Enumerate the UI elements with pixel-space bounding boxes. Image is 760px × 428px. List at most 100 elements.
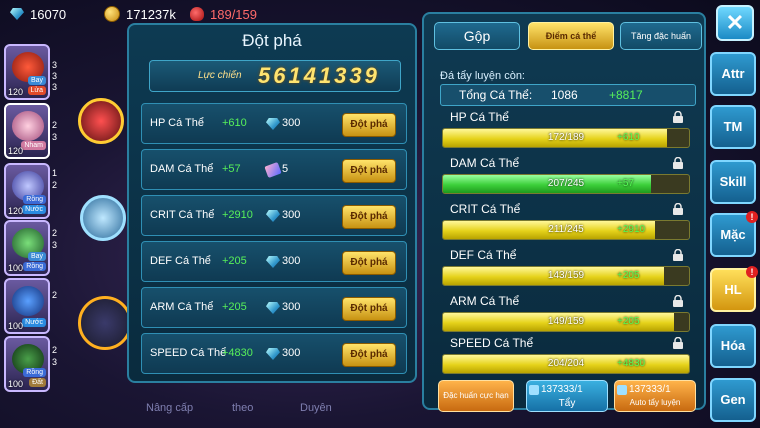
- panel-title: Đột phá: [242, 31, 302, 50]
- stat-bonus: +610: [222, 117, 247, 129]
- tab-merge[interactable]: Gộp: [434, 22, 520, 50]
- train-row: DEF Cá Thể 143/159 +205: [440, 248, 694, 288]
- train-bar-value: 204/204: [547, 358, 585, 369]
- gem-icon: [266, 210, 280, 222]
- breakthrough-row: ARM Cá Thể +205 300 Đột phá: [141, 287, 407, 328]
- train-stat-name: DEF Cá Thể: [450, 248, 517, 262]
- slot-number: 3: [52, 240, 58, 250]
- gem-icon: [266, 256, 280, 268]
- pokemon-portrait: [12, 111, 44, 141]
- bg-menu-label: theo: [232, 402, 254, 414]
- auto-wash-button[interactable]: 137333/1 Auto tẩy luyện: [614, 380, 696, 412]
- train-bar: 172/189 +610: [442, 128, 690, 148]
- type-tag: Rồng: [23, 262, 46, 271]
- wash-button[interactable]: 137333/1 Tẩy: [526, 380, 608, 412]
- train-bar-value: 143/159: [547, 270, 585, 281]
- gem-icon: [266, 302, 280, 314]
- pokemon-level: 100: [8, 321, 24, 331]
- menu-label: Gen: [720, 392, 746, 407]
- train-bar-value: 149/159: [547, 316, 585, 327]
- stat-cost: 5: [282, 163, 289, 175]
- slot-number: 3: [52, 132, 58, 142]
- train-bar: 143/159 +205: [442, 266, 690, 286]
- stat-name: HP Cá Thể: [150, 117, 205, 129]
- train-stat-name: HP Cá Thể: [450, 110, 509, 124]
- menu-evolve-button[interactable]: Hóa: [710, 324, 756, 368]
- breakthrough-button[interactable]: Đột phá: [342, 251, 396, 275]
- stone-icon: [617, 385, 627, 395]
- breakthrough-button[interactable]: Đột phá: [342, 205, 396, 229]
- menu-gen-button[interactable]: Gen: [710, 378, 756, 422]
- breakthrough-button[interactable]: Đột phá: [342, 159, 396, 183]
- type-tag: Nham: [21, 141, 46, 150]
- breakthrough-panel: Đột phá Lực chiến 56141339 HP Cá Thể +61…: [127, 23, 417, 383]
- breakthrough-button[interactable]: Đột phá: [342, 113, 396, 137]
- slot-number: 3: [52, 60, 58, 70]
- slot-number: 2: [52, 228, 58, 238]
- menu-tm-button[interactable]: TM: [710, 105, 756, 149]
- lock-icon[interactable]: [672, 202, 684, 215]
- stat-cost: 300: [282, 255, 301, 267]
- stat-name: ARM Cá Thể: [150, 301, 214, 313]
- stat-name: DAM Cá Thể: [150, 163, 214, 175]
- pokemon-level: 100: [8, 379, 24, 389]
- train-row: DAM Cá Thể 207/245 +57: [440, 156, 694, 196]
- train-row: HP Cá Thể 172/189 +610: [440, 110, 694, 150]
- train-row: SPEED Cá Thể 204/204 +4830: [440, 336, 694, 376]
- type-tag: Lửa: [27, 86, 46, 95]
- type-tag: Bay: [27, 76, 46, 85]
- bg-menu-label: Duyên: [300, 402, 332, 414]
- menu-wear-button[interactable]: Mặc!: [710, 211, 758, 257]
- skill-wheel-icon[interactable]: [78, 296, 132, 350]
- bag-icon[interactable]: [80, 195, 126, 241]
- pokemon-slot[interactable]: Nước 100: [4, 278, 50, 334]
- breakthrough-button[interactable]: Đột phá: [342, 343, 396, 367]
- pokemon-slot[interactable]: Bay Lửa 120: [4, 44, 50, 100]
- train-bar-bonus: +57: [617, 178, 634, 189]
- total-label: Tổng Cá Thể:: [459, 88, 533, 102]
- coin-amount: 171237k: [126, 6, 176, 22]
- stat-cost: 300: [282, 117, 301, 129]
- stat-cost: 300: [282, 347, 301, 359]
- special-training-button[interactable]: Đặc huấn cực hạn: [438, 380, 514, 412]
- lock-icon[interactable]: [672, 110, 684, 123]
- breakthrough-button[interactable]: Đột phá: [342, 297, 396, 321]
- total-value: 1086: [551, 88, 578, 102]
- menu-attr-button[interactable]: Attr: [710, 52, 756, 96]
- wash-count: 137333/1: [541, 384, 583, 395]
- menu-skill-button[interactable]: Skill: [710, 160, 756, 204]
- train-row: ARM Cá Thể 149/159 +205: [440, 294, 694, 334]
- train-stat-name: CRIT Cá Thể: [450, 202, 521, 216]
- pokemon-slot[interactable]: Bay Rồng 100: [4, 220, 50, 276]
- stat-bonus: +4830: [222, 347, 253, 359]
- train-stat-name: DAM Cá Thể: [450, 156, 520, 170]
- train-bar-value: 172/189: [547, 132, 585, 143]
- lock-icon[interactable]: [672, 336, 684, 349]
- item-orb-icon[interactable]: [78, 98, 124, 144]
- pokemon-level: 120: [8, 146, 24, 156]
- breakthrough-row: CRIT Cá Thể +2910 300 Đột phá: [141, 195, 407, 236]
- train-bar: 211/245 +2910: [442, 220, 690, 240]
- training-panel: Gộp Điểm cá thể Tăng đặc huấn Đá tẩy luy…: [422, 12, 706, 412]
- type-tag: Nước: [22, 205, 46, 214]
- pokemon-slot[interactable]: Nham 120: [4, 103, 50, 159]
- menu-hl-button[interactable]: HL!: [710, 266, 758, 312]
- tab-special[interactable]: Tăng đặc huấn: [620, 22, 702, 50]
- total-individual: Tổng Cá Thể: 1086 +8817: [440, 84, 696, 106]
- slot-number: 2: [52, 180, 58, 190]
- close-button[interactable]: ✕: [716, 5, 754, 41]
- train-row: CRIT Cá Thể 211/245 +2910: [440, 202, 694, 242]
- pokemon-slot[interactable]: Rồng Nước 120: [4, 163, 50, 219]
- lock-icon[interactable]: [672, 156, 684, 169]
- lock-icon[interactable]: [672, 294, 684, 307]
- wash-label: Tẩy: [558, 398, 576, 409]
- pokemon-slot[interactable]: Rồng Đất 100: [4, 336, 50, 392]
- stat-name: CRIT Cá Thể: [150, 209, 215, 221]
- train-bar: 204/204 +4830: [442, 354, 690, 374]
- stat-bonus: +57: [222, 163, 241, 175]
- menu-label: Skill: [719, 174, 747, 189]
- lock-icon[interactable]: [672, 248, 684, 261]
- train-bar: 149/159 +205: [442, 312, 690, 332]
- tab-individual[interactable]: Điểm cá thể: [528, 22, 614, 50]
- train-bar-bonus: +610: [617, 132, 640, 143]
